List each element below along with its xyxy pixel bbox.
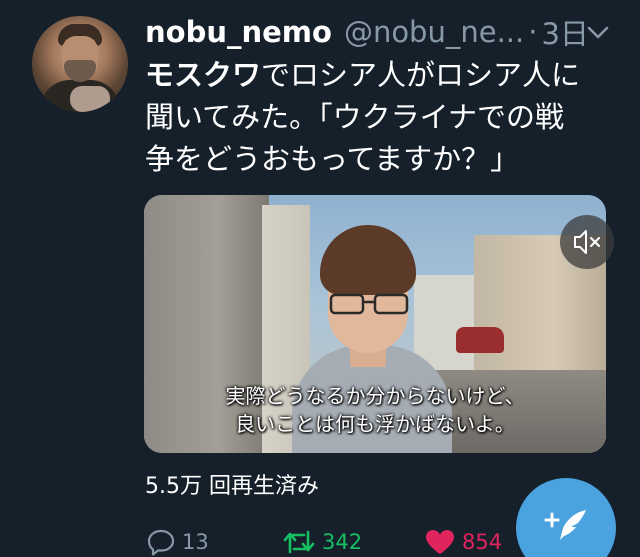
avatar-fist — [70, 86, 110, 112]
compose-button[interactable] — [516, 478, 616, 557]
like-count: 854 — [462, 530, 503, 554]
retweet-icon — [283, 530, 315, 554]
retweet-button[interactable]: 342 — [282, 528, 362, 556]
tweet-time[interactable]: 3日 — [541, 11, 588, 53]
tweet-text-line-1-rest: でロシア人がロシア人に — [261, 58, 581, 92]
chevron-down-icon[interactable] — [584, 20, 612, 44]
compose-feather-icon — [544, 510, 586, 540]
tweet-text-bold: モスクワ — [145, 58, 262, 92]
subtitle-line-2: 良いことは何も浮かばないよ。 — [235, 412, 515, 436]
mute-button[interactable] — [560, 215, 614, 269]
tweet-header: nobu_nemo @nobu_ne... · 3日 — [145, 12, 625, 52]
avatar-beard — [64, 60, 96, 82]
reply-count: 13 — [182, 530, 209, 554]
subtitle-line-1: 実際どうなるか分からないけど、 — [225, 384, 525, 408]
author-handle[interactable]: @nobu_ne... — [344, 15, 524, 49]
reply-icon — [147, 529, 175, 556]
like-button[interactable]: 854 — [424, 528, 502, 556]
tweet-text-line-3: 争をどうおもってますか？」 — [145, 142, 520, 176]
separator-dot: · — [528, 15, 538, 49]
speaker-muted-icon — [574, 230, 600, 254]
video-person-glasses — [329, 293, 409, 315]
video-subtitle: 実際どうなるか分からないけど、 良いことは何も浮かばないよ。 — [144, 382, 606, 438]
reply-button[interactable]: 13 — [146, 528, 209, 556]
heart-icon — [426, 530, 454, 554]
avatar[interactable] — [32, 16, 128, 112]
tweet[interactable]: nobu_nemo @nobu_ne... · 3日 モスクワでロシア人がロシア… — [0, 0, 640, 557]
view-count: 5.5万 回再生済み — [145, 474, 319, 499]
tweet-text: モスクワでロシア人がロシア人に 聞いてみた。「ウクライナでの戦 争をどうおもって… — [145, 54, 615, 180]
author-name[interactable]: nobu_nemo — [145, 15, 332, 49]
tweet-text-line-1: モスクワでロシア人がロシア人に — [145, 54, 615, 96]
tweet-text-line-2: 聞いてみた。「ウクライナでの戦 — [145, 100, 565, 134]
video-car — [456, 327, 504, 353]
retweet-count: 342 — [322, 530, 363, 554]
